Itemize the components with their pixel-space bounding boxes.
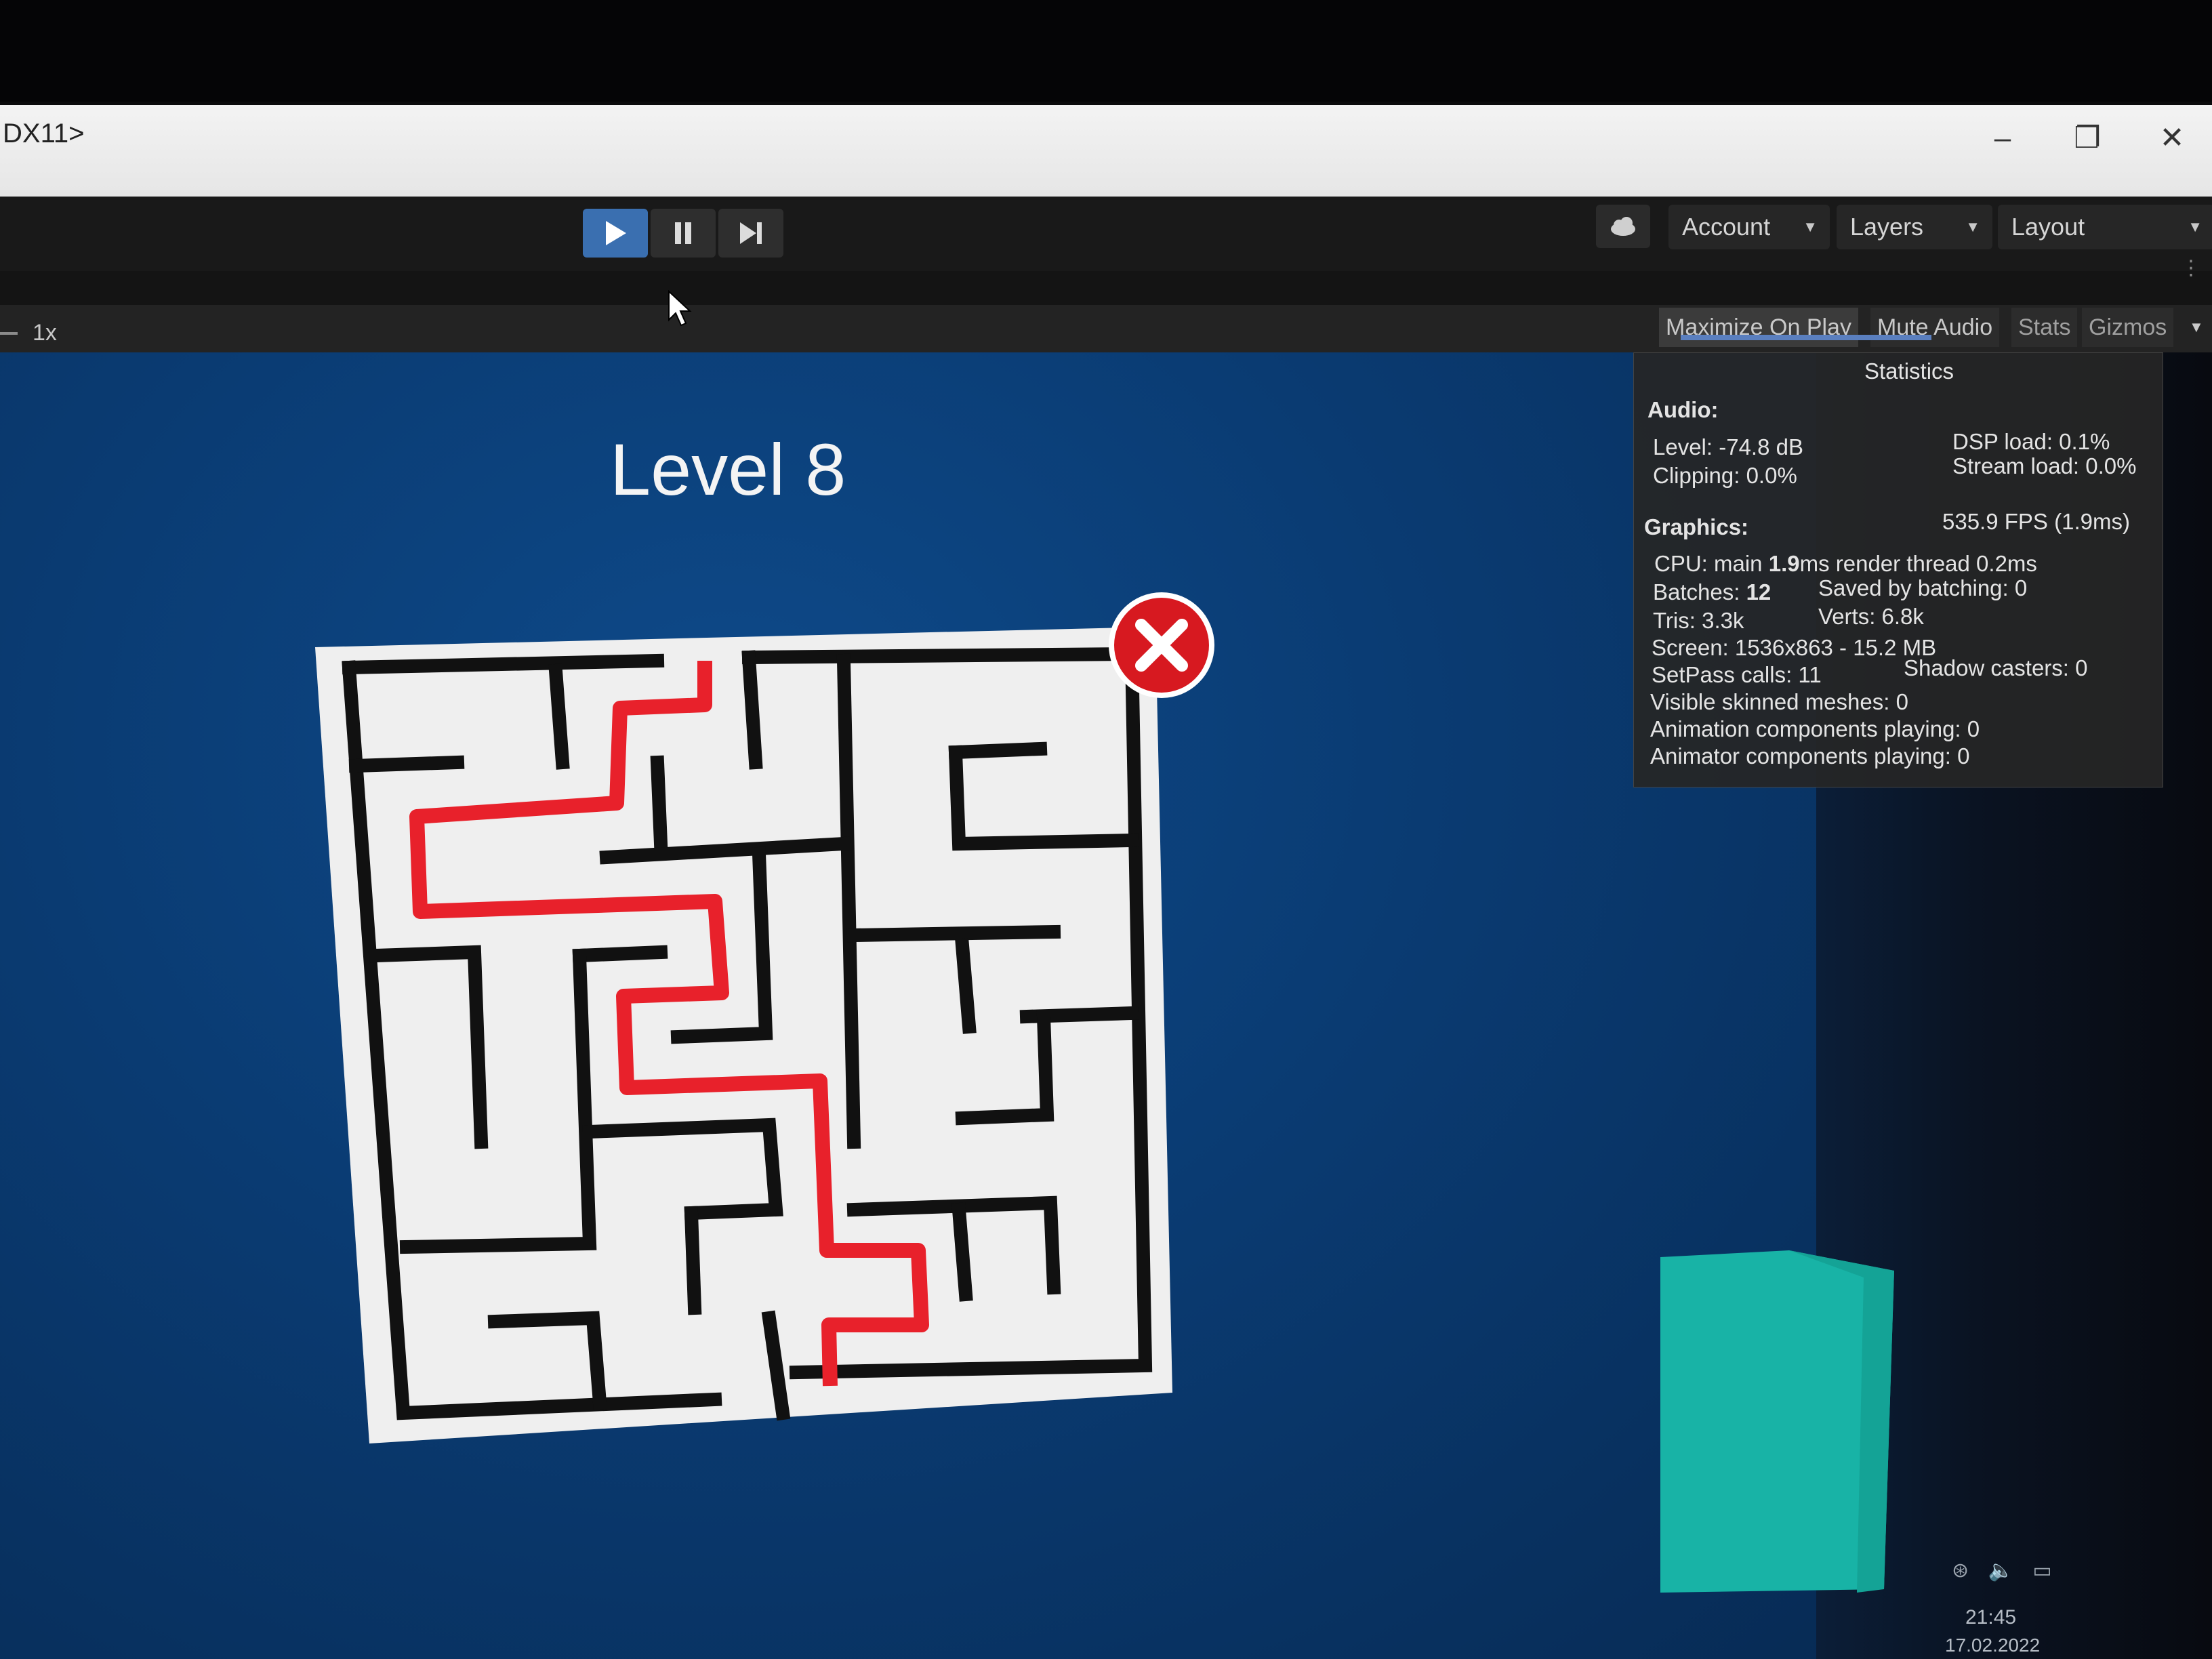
maze-board[interactable] xyxy=(315,627,1179,1450)
chevron-down-icon: ▼ xyxy=(2188,218,2203,235)
stream-load: Stream load: 0.0% xyxy=(1952,453,2137,478)
audio-clipping: Clipping: 0.0% xyxy=(1653,463,1797,488)
layout-dropdown[interactable]: Layout ▼ xyxy=(1998,205,2212,249)
maximize-button[interactable]: ❐ xyxy=(2064,115,2111,162)
audio-header: Audio: xyxy=(1647,397,1719,422)
setpass-calls: SetPass calls: 11 xyxy=(1652,662,1822,687)
animation-components: Animation components playing: 0 xyxy=(1650,716,1980,741)
play-icon xyxy=(606,221,626,245)
step-icon xyxy=(740,222,762,244)
window-titlebar: DX11> – ❐ ✕ xyxy=(0,105,2212,197)
mute-audio-toggle[interactable]: Mute Audio xyxy=(1870,308,2000,347)
pause-icon xyxy=(675,222,691,244)
play-button[interactable] xyxy=(583,209,648,258)
graphics-header: Graphics: xyxy=(1644,514,1749,539)
layers-dropdown[interactable]: Layers ▼ xyxy=(1837,205,1992,249)
more-options-icon[interactable]: ⋮ xyxy=(2181,256,2201,280)
cloud-button[interactable] xyxy=(1596,205,1650,248)
taskbar-time: 21:45 xyxy=(1965,1606,2017,1629)
fps-readout: 535.9 FPS (1.9ms) xyxy=(1942,509,2130,534)
cpu-time: CPU: main 1.9ms render thread 0.2ms xyxy=(1654,551,2037,576)
gizmos-menu-arrow[interactable]: ▼ xyxy=(2182,308,2211,347)
scale-slider[interactable] xyxy=(0,332,18,335)
system-tray-icons[interactable]: ⊛ 🔈 ▭ xyxy=(1952,1559,2052,1582)
dsp-load: DSP load: 0.1% xyxy=(1952,429,2110,454)
playmode-controls xyxy=(583,209,783,258)
statistics-panel: Statistics Audio: Level: -74.8 dB Clippi… xyxy=(1633,352,2163,787)
animator-components: Animator components playing: 0 xyxy=(1650,743,1970,769)
tris-count: Tris: 3.3k xyxy=(1653,608,1744,633)
chevron-down-icon: ▼ xyxy=(1965,218,1980,235)
notification-icon[interactable]: ▭ xyxy=(2032,1559,2051,1582)
network-icon[interactable]: ⊛ xyxy=(1952,1559,1969,1582)
account-label: Account xyxy=(1682,213,1771,241)
mouse-cursor-icon xyxy=(668,290,692,327)
window-title: DX11> xyxy=(3,119,85,148)
step-button[interactable] xyxy=(718,209,783,258)
skinned-meshes: Visible skinned meshes: 0 xyxy=(1650,689,1908,714)
gizmos-toggle[interactable]: Gizmos xyxy=(2082,308,2174,347)
chevron-down-icon: ▼ xyxy=(1803,218,1818,235)
saved-by-batching: Saved by batching: 0 xyxy=(1818,575,2028,600)
scale-label: 1x xyxy=(33,320,57,346)
account-dropdown[interactable]: Account ▼ xyxy=(1668,205,1830,249)
batches: Batches: 12 xyxy=(1653,579,1771,605)
screen-bezel xyxy=(0,0,2212,102)
maximize-on-play-toggle[interactable]: Maximize On Play xyxy=(1659,308,1858,347)
cloud-icon xyxy=(1611,217,1635,236)
audio-level: Level: -74.8 dB xyxy=(1653,434,1803,459)
minimize-button[interactable]: – xyxy=(1979,115,2026,162)
editor-toolbar: Account ▼ Layers ▼ Layout ▼ xyxy=(0,197,2212,271)
stats-toggle[interactable]: Stats xyxy=(2011,308,2078,347)
teal-cube xyxy=(1660,1250,1894,1593)
level-title: Level 8 xyxy=(610,428,846,510)
volume-icon[interactable]: 🔈 xyxy=(1988,1559,2013,1582)
taskbar-date: 17.02.2022 xyxy=(1945,1635,2041,1656)
stats-active-indicator xyxy=(1681,335,1931,340)
close-icon[interactable] xyxy=(1106,588,1221,703)
verts-count: Verts: 6.8k xyxy=(1818,604,1924,629)
layers-label: Layers xyxy=(1850,213,1924,241)
shadow-casters: Shadow casters: 0 xyxy=(1904,655,2088,680)
screen-info: Screen: 1536x863 - 15.2 MB xyxy=(1652,635,1937,660)
stats-title: Statistics xyxy=(1864,359,1954,384)
close-window-button[interactable]: ✕ xyxy=(2148,115,2196,162)
tab-strip xyxy=(0,271,2212,308)
pause-button[interactable] xyxy=(651,209,716,258)
game-view-toolbar: 1x Maximize On Play Mute Audio Stats Giz… xyxy=(0,305,2212,352)
layout-label: Layout xyxy=(2011,213,2085,241)
